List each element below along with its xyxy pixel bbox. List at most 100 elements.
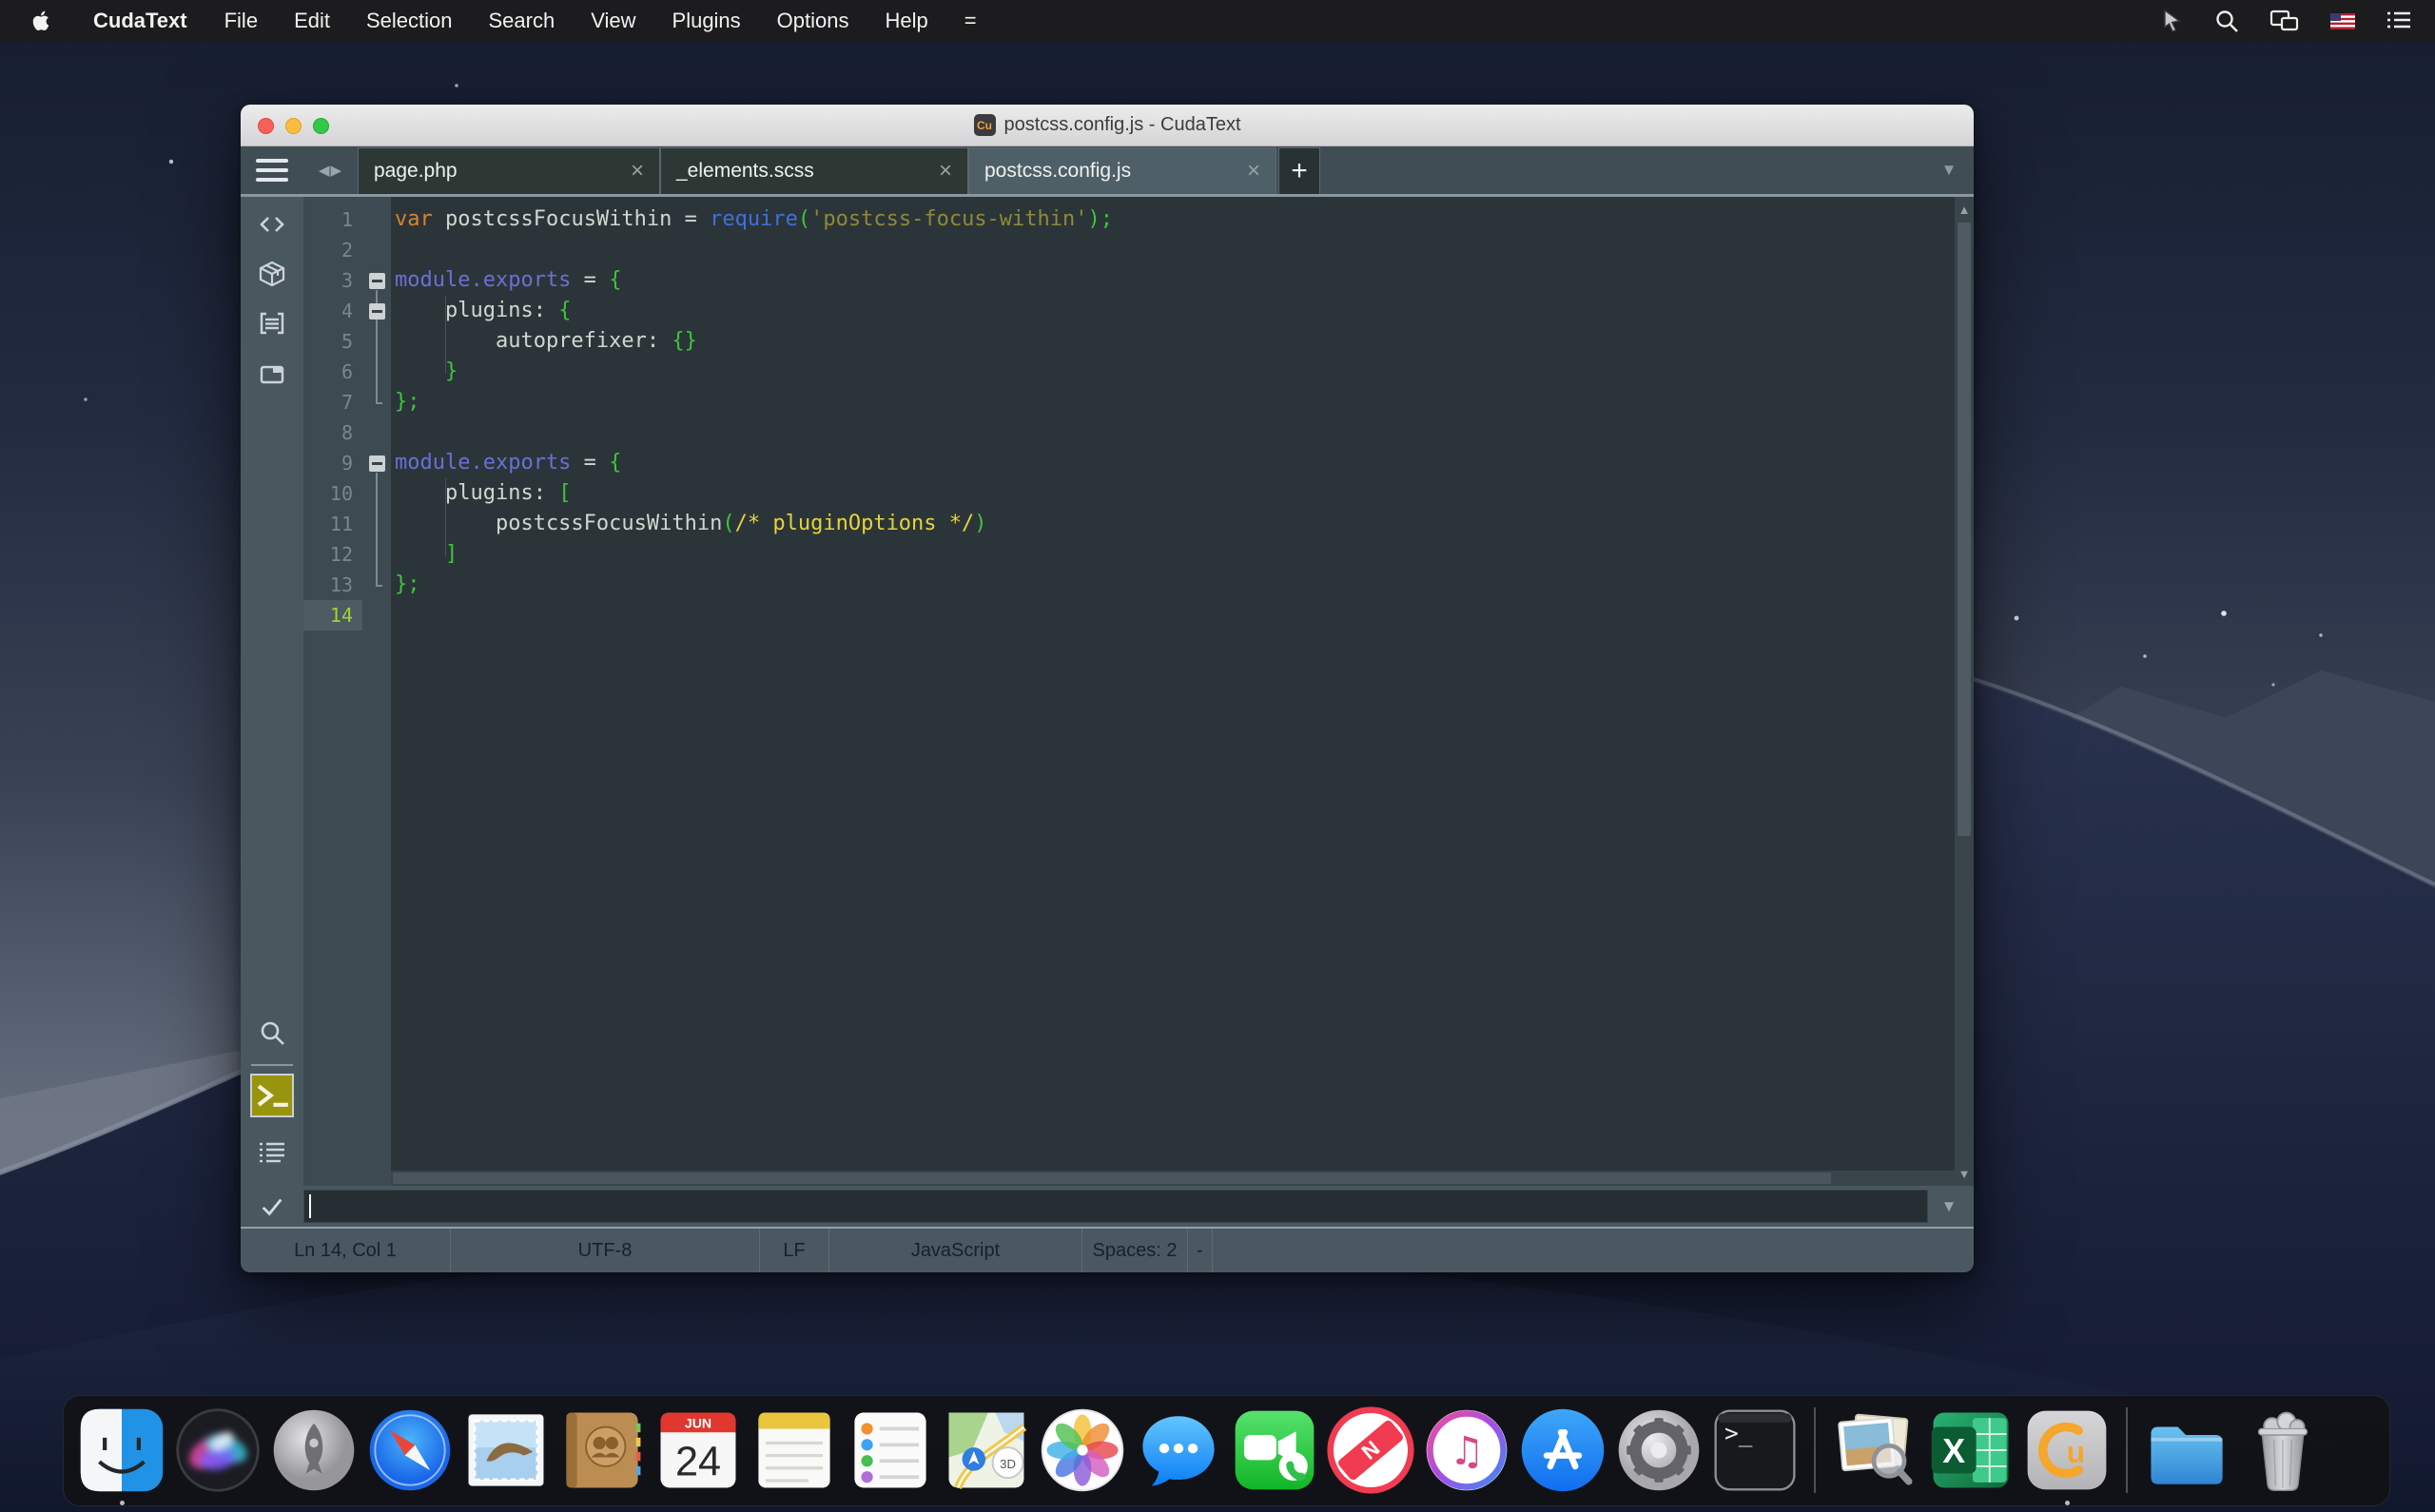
code-line-3[interactable]: 3module.exports = { <box>303 265 1955 296</box>
menu-item-options[interactable]: Options <box>759 0 867 42</box>
menu-item-help[interactable]: Help <box>867 0 946 42</box>
code-line-1[interactable]: 1var postcssFocusWithin = require('postc… <box>303 204 1955 235</box>
menu-app-name[interactable]: CudaText <box>74 9 206 33</box>
cudatext-window: Cu postcss.config.js - CudaText ◀▶ page.… <box>241 105 1974 1272</box>
tab-_elements.scss[interactable]: _elements.scss× <box>660 147 968 194</box>
code-line-11[interactable]: 11 postcssFocusWithin(/* pluginOptions *… <box>303 509 1955 539</box>
statusbar-tab-size[interactable]: Spaces: 2 <box>1082 1229 1188 1272</box>
dock-icon-photos[interactable] <box>1038 1405 1127 1495</box>
tab-close-icon[interactable]: × <box>939 160 952 183</box>
statusbar-lexer[interactable]: JavaScript <box>829 1229 1082 1272</box>
menu-item-file[interactable]: File <box>206 0 276 42</box>
fold-gutter[interactable] <box>362 303 391 320</box>
menu-item-selection[interactable]: Selection <box>348 0 471 42</box>
dock-icon-finder[interactable] <box>77 1405 166 1495</box>
tab-postcss.config.js[interactable]: postcss.config.js× <box>968 147 1276 194</box>
output-list-icon[interactable] <box>258 1138 286 1167</box>
package-icon[interactable] <box>258 260 286 288</box>
dock-icon-reminders[interactable] <box>846 1405 935 1495</box>
code-line-10[interactable]: 10 plugins: [ <box>303 478 1955 509</box>
fold-gutter[interactable] <box>362 456 391 472</box>
list-menu-icon[interactable] <box>2386 10 2412 32</box>
code-line-12[interactable]: 12 ] <box>303 539 1955 570</box>
statusbar-caret-position[interactable]: Ln 14, Col 1 <box>241 1229 451 1272</box>
dock-icon-appstore[interactable] <box>1518 1405 1607 1495</box>
menu-item-plugins[interactable]: Plugins <box>654 0 759 42</box>
dock-icon-siri[interactable] <box>173 1405 263 1495</box>
code-line-13[interactable]: 13}; <box>303 570 1955 600</box>
dock-icon-contacts[interactable] <box>557 1405 647 1495</box>
code-line-14[interactable]: 14 <box>303 600 1955 630</box>
code-line-8[interactable]: 8 <box>303 417 1955 448</box>
console-ok-icon[interactable] <box>241 1193 303 1220</box>
code-line-7[interactable]: 7}; <box>303 387 1955 417</box>
dock-icon-preview[interactable] <box>1830 1405 1919 1495</box>
dock-icon-messages[interactable] <box>1134 1405 1223 1495</box>
dock-icon-downloads[interactable] <box>2142 1405 2231 1495</box>
spotlight-search-icon[interactable] <box>2214 9 2239 33</box>
dock-icon-news[interactable]: N <box>1326 1405 1415 1495</box>
main-menu-hamburger-icon[interactable] <box>241 146 303 194</box>
tabs-panel-icon[interactable] <box>258 360 286 389</box>
menu-item-search[interactable]: Search <box>471 0 574 42</box>
statusbar-encoding[interactable]: UTF-8 <box>451 1229 760 1272</box>
line-number: 12 <box>303 539 362 570</box>
minimize-window-button[interactable] <box>285 118 302 134</box>
scroll-up-arrow-icon[interactable]: ▲ <box>1955 197 1974 222</box>
dock-icon-itunes[interactable]: ♫ <box>1422 1405 1511 1495</box>
tab-page.php[interactable]: page.php× <box>358 147 660 194</box>
new-tab-button[interactable]: + <box>1278 147 1320 194</box>
menu-item-edit[interactable]: Edit <box>276 0 348 42</box>
scroll-down-arrow-icon[interactable]: ▼ <box>1955 1161 1974 1186</box>
dock-icon-sysprefs[interactable] <box>1614 1405 1704 1495</box>
vertical-scrollbar[interactable]: ▲ ▼ <box>1955 197 1974 1186</box>
code-text: module.exports = { <box>391 448 621 478</box>
fold-collapse-icon[interactable] <box>369 273 385 289</box>
line-number: 10 <box>303 478 362 509</box>
zoom-window-button[interactable] <box>313 118 329 134</box>
code-line-9[interactable]: 9module.exports = { <box>303 448 1955 478</box>
horizontal-scrollbar[interactable] <box>391 1171 1955 1186</box>
code-tree-icon[interactable] <box>258 210 286 239</box>
line-number: 2 <box>303 235 362 265</box>
dock-icon-mail[interactable] <box>461 1405 551 1495</box>
window-titlebar[interactable]: Cu postcss.config.js - CudaText <box>241 105 1974 146</box>
dock-icon-facetime[interactable] <box>1230 1405 1319 1495</box>
code-line-5[interactable]: 5 autoprefixer: {} <box>303 326 1955 357</box>
scrollbar-thumb[interactable] <box>1958 223 1971 836</box>
dock-icon-notes[interactable] <box>750 1405 839 1495</box>
dock-icon-safari[interactable] <box>365 1405 455 1495</box>
tab-close-icon[interactable]: × <box>631 160 644 183</box>
menu-item-[interactable]: = <box>946 0 995 42</box>
console-history-dropdown-icon[interactable]: ▼ <box>1928 1197 1970 1216</box>
code-line-6[interactable]: 6 } <box>303 357 1955 387</box>
displays-icon[interactable] <box>2269 9 2300 33</box>
snippets-list-icon[interactable] <box>258 309 286 338</box>
statusbar-extra[interactable]: - <box>1188 1229 1213 1272</box>
code-editor[interactable]: 1var postcssFocusWithin = require('postc… <box>303 197 1955 1186</box>
tab-list-dropdown-icon[interactable]: ▼ <box>1924 146 1974 194</box>
dock-icon-calendar[interactable]: JUN24 <box>653 1405 743 1495</box>
fold-gutter[interactable] <box>362 273 391 289</box>
fold-collapse-icon[interactable] <box>369 456 385 472</box>
tab-scroll-arrows-icon[interactable]: ◀▶ <box>303 146 358 194</box>
dock-icon-terminal[interactable]: >_ <box>1710 1405 1800 1495</box>
pointer-icon[interactable] <box>2159 9 2184 33</box>
console-panel-icon[interactable] <box>250 1074 294 1117</box>
menu-item-view[interactable]: View <box>573 0 653 42</box>
apple-menu-icon[interactable] <box>23 10 61 32</box>
search-panel-icon[interactable] <box>258 1018 286 1047</box>
fold-collapse-icon[interactable] <box>369 303 385 320</box>
code-line-4[interactable]: 4 plugins: { <box>303 296 1955 326</box>
dock-icon-trash[interactable] <box>2238 1405 2328 1495</box>
console-input[interactable] <box>303 1190 1928 1223</box>
dock-icon-cudatext[interactable]: u <box>2022 1405 2112 1495</box>
tab-close-icon[interactable]: × <box>1247 160 1260 183</box>
code-line-2[interactable]: 2 <box>303 235 1955 265</box>
dock-icon-excel[interactable]: X <box>1926 1405 2016 1495</box>
dock-icon-maps[interactable]: 3D <box>942 1405 1031 1495</box>
close-window-button[interactable] <box>258 118 274 134</box>
statusbar-line-endings[interactable]: LF <box>760 1229 829 1272</box>
us-flag-input-icon[interactable] <box>2330 13 2355 29</box>
dock-icon-launchpad[interactable] <box>269 1405 359 1495</box>
